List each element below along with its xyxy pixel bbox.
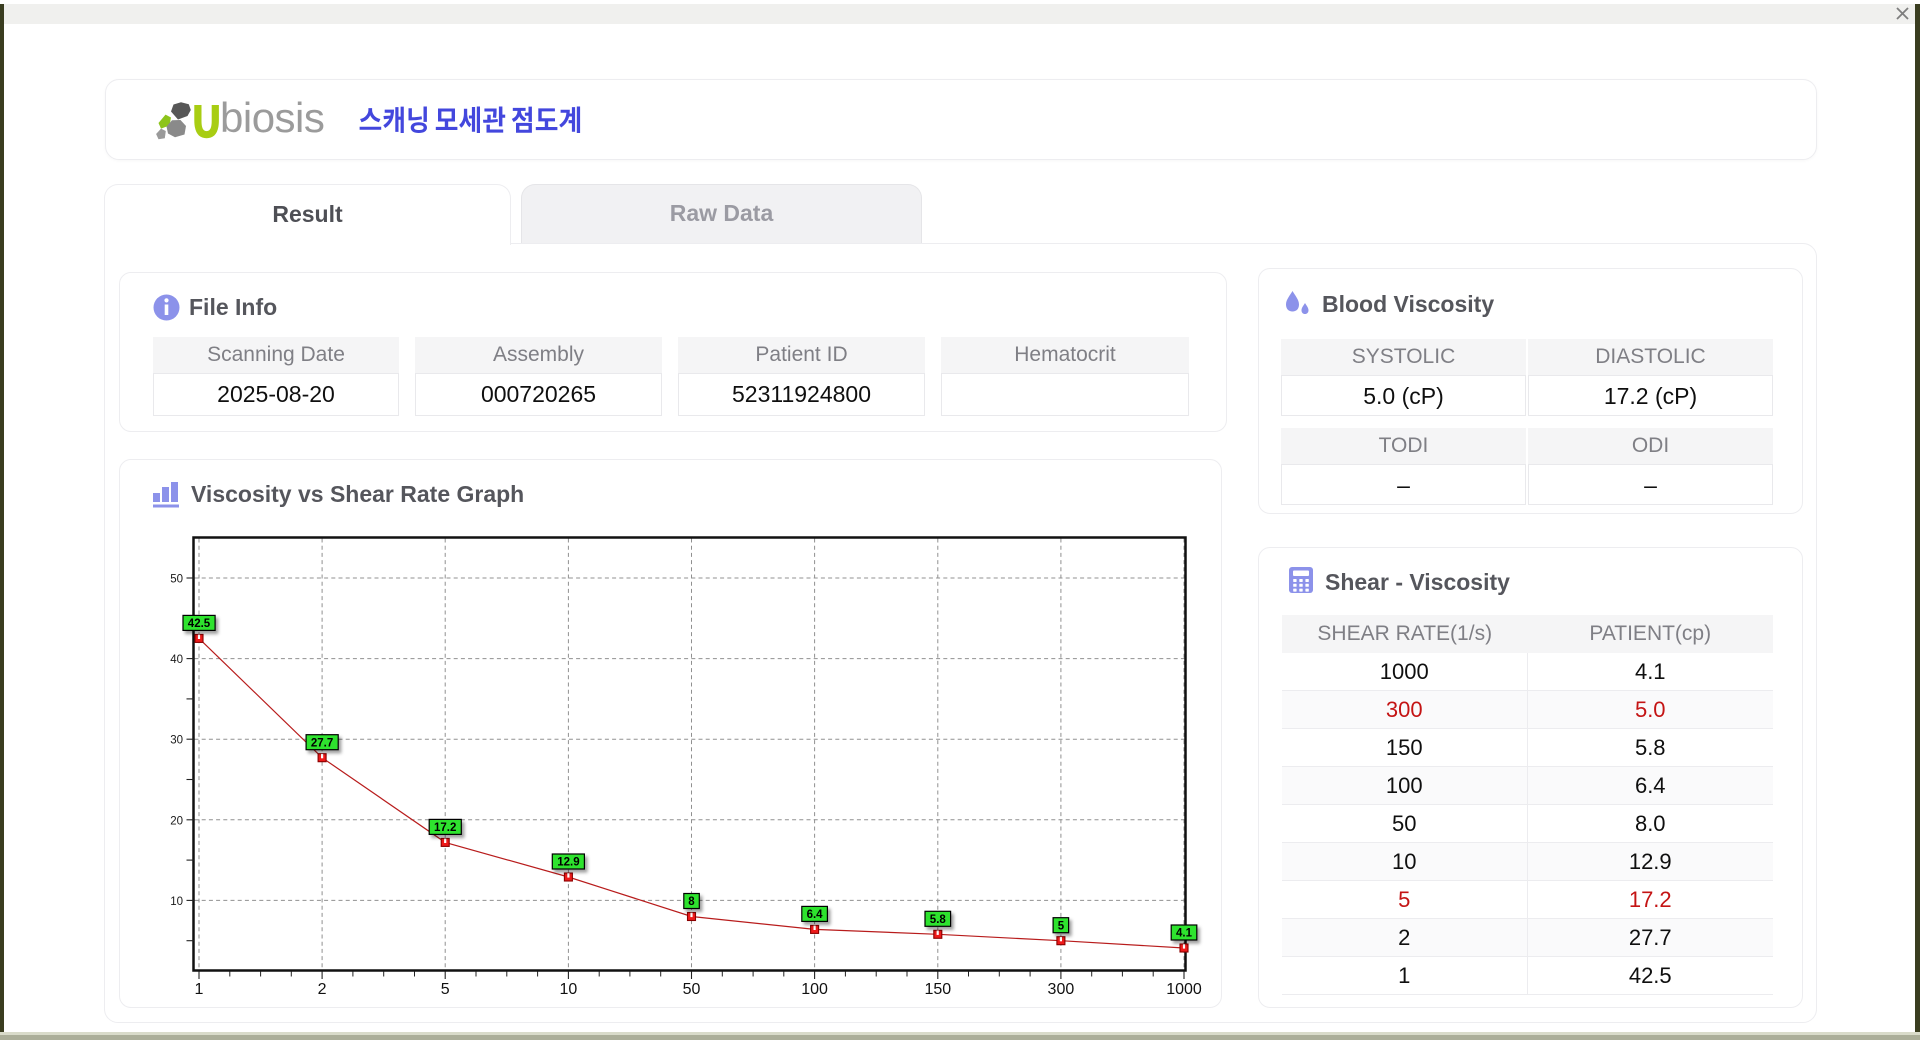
svg-text:4.1: 4.1	[1176, 928, 1193, 940]
svg-text:40: 40	[170, 654, 183, 666]
svg-text:5.8: 5.8	[930, 914, 947, 926]
svg-text:50: 50	[683, 981, 701, 998]
svg-text:27.7: 27.7	[311, 737, 333, 749]
svg-text:150: 150	[924, 981, 951, 998]
svg-text:12.9: 12.9	[557, 857, 579, 869]
svg-text:20: 20	[170, 815, 183, 827]
svg-text:17.2: 17.2	[434, 822, 456, 834]
svg-text:8: 8	[688, 896, 695, 908]
svg-text:5: 5	[441, 981, 450, 998]
svg-text:100: 100	[801, 981, 828, 998]
svg-text:1: 1	[195, 981, 204, 998]
svg-text:1000: 1000	[1166, 981, 1202, 998]
svg-text:5: 5	[1058, 920, 1065, 932]
svg-text:10: 10	[560, 981, 578, 998]
svg-text:6.4: 6.4	[807, 909, 824, 921]
svg-text:10: 10	[170, 896, 183, 908]
svg-text:2: 2	[318, 981, 327, 998]
svg-text:300: 300	[1048, 981, 1075, 998]
svg-text:50: 50	[170, 574, 183, 586]
svg-text:42.5: 42.5	[188, 618, 211, 630]
svg-text:30: 30	[170, 735, 183, 747]
